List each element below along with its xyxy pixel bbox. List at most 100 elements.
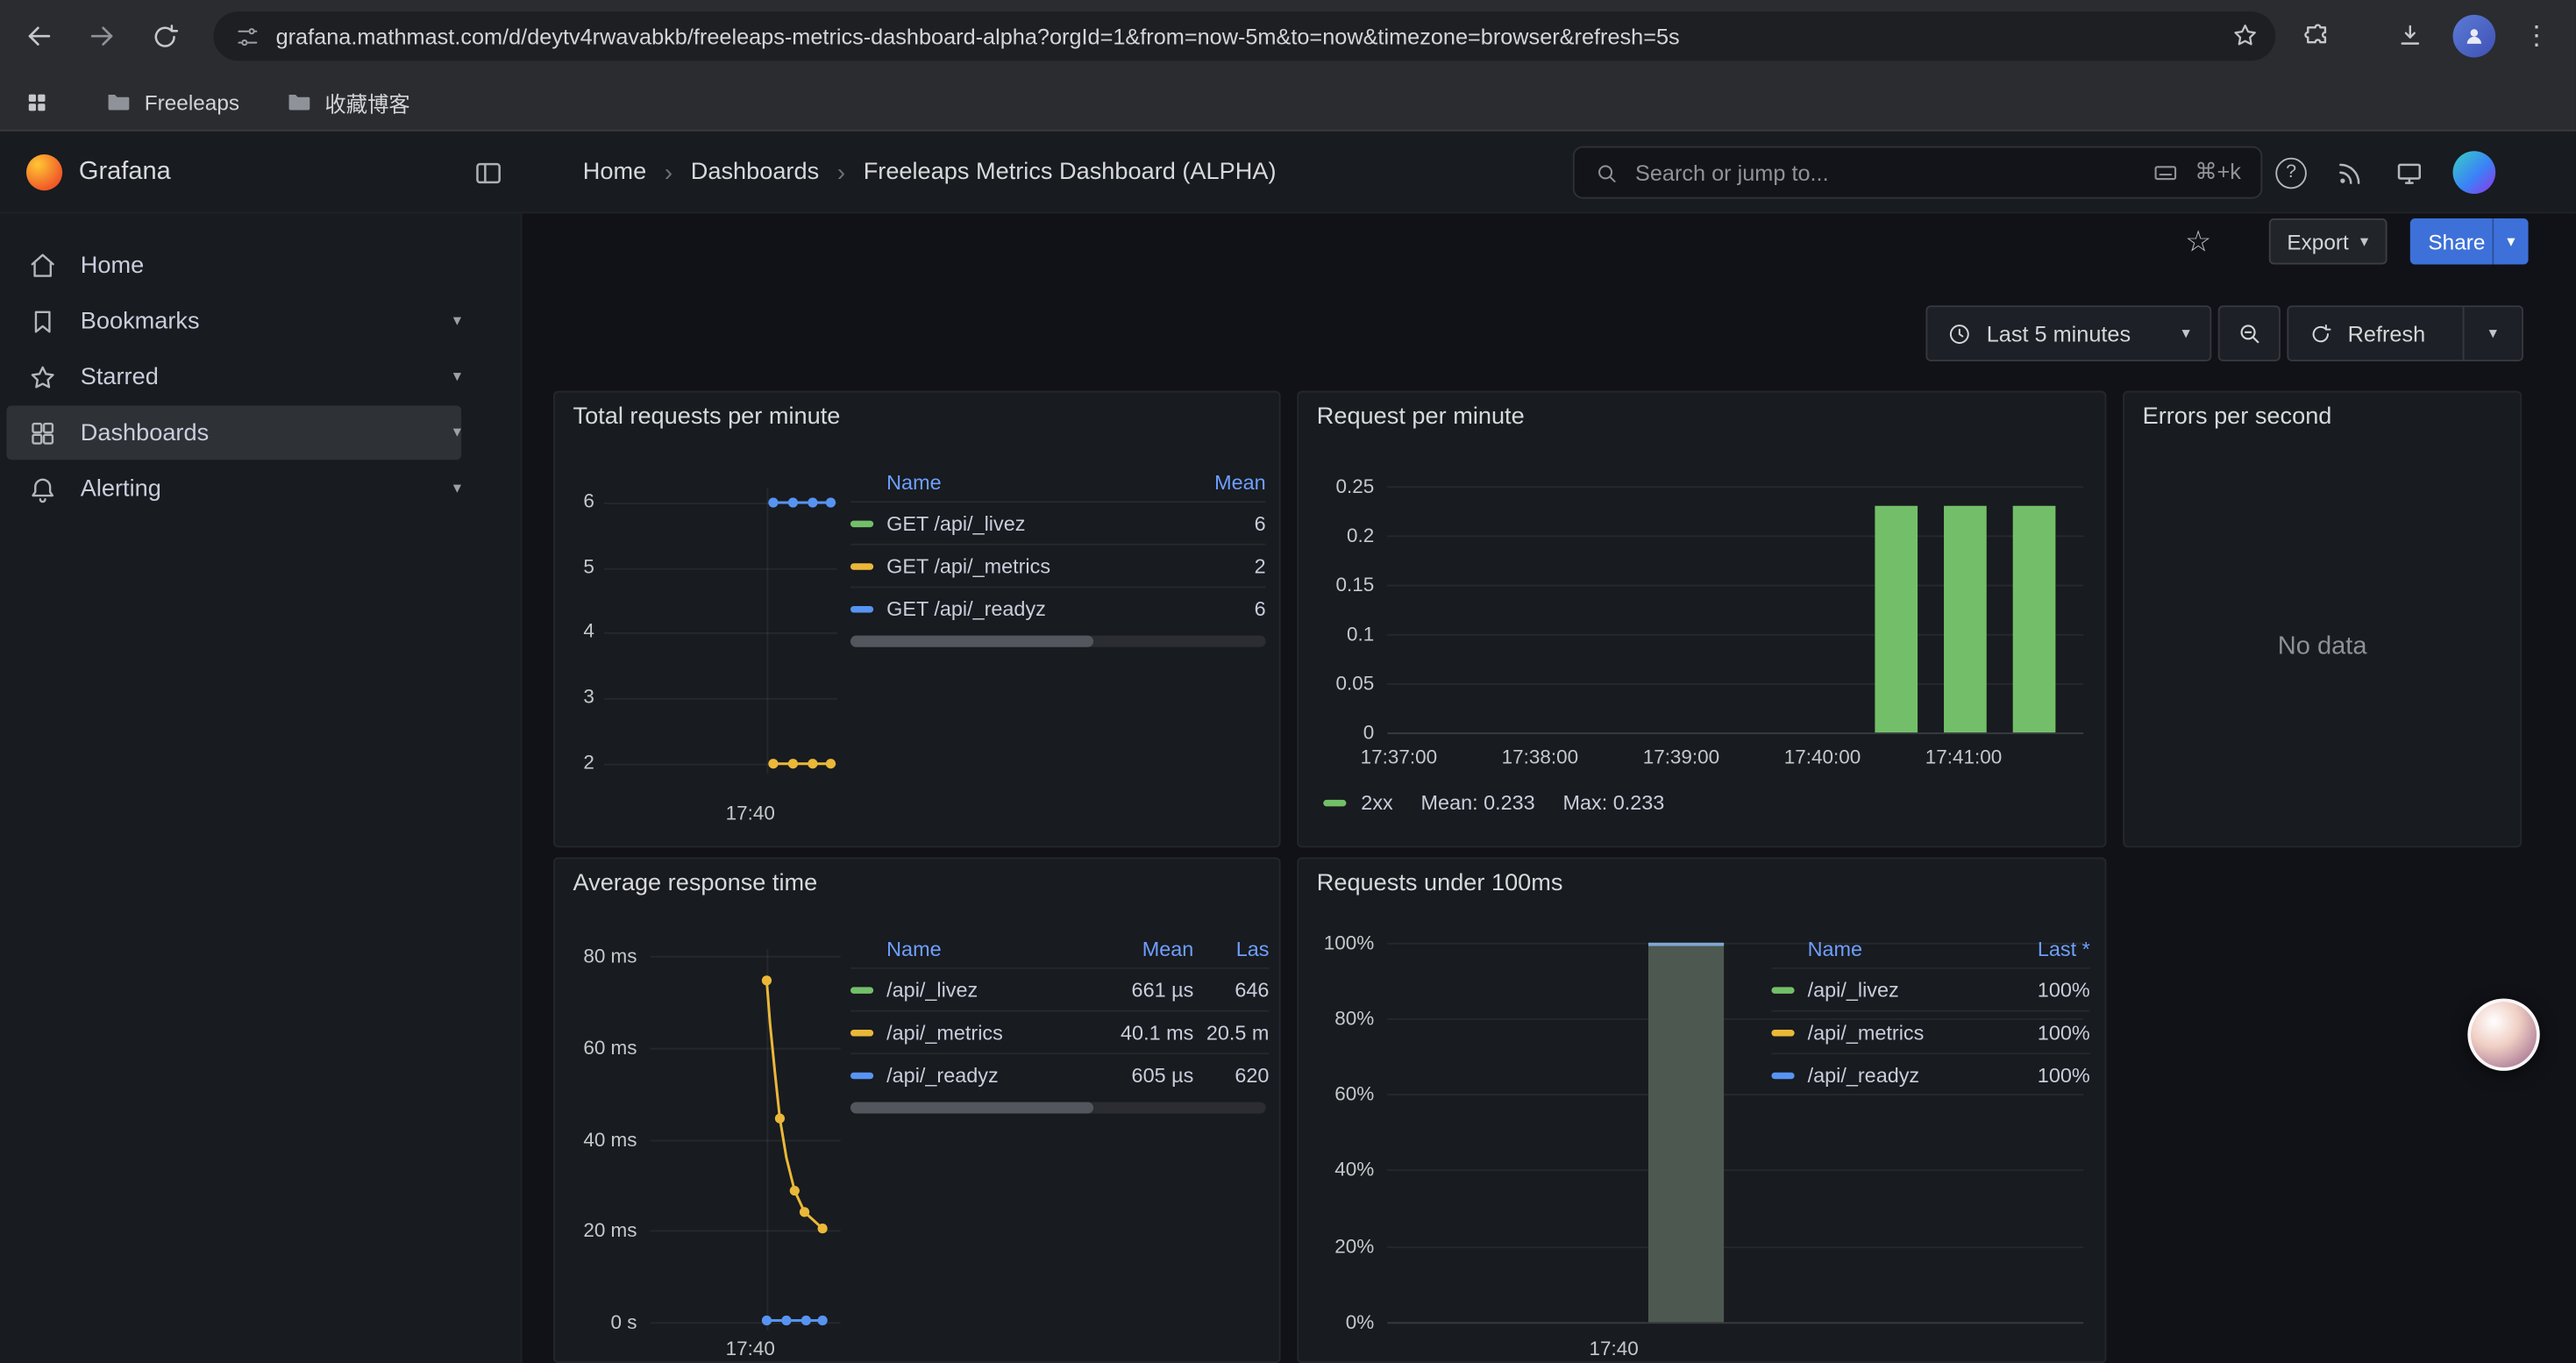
time-range-picker[interactable]: Last 5 minutes ▾ <box>1925 305 2211 361</box>
sidebar-item-label: Starred <box>81 364 159 390</box>
bookmark-folder[interactable]: 收藏博客 <box>285 86 409 118</box>
grafana-logo[interactable] <box>26 154 62 190</box>
folder-icon <box>105 89 132 115</box>
bookmark-folder[interactable]: Freeleaps <box>105 89 239 115</box>
news-button[interactable] <box>2335 157 2366 189</box>
sidebar-item-label: Bookmarks <box>81 308 200 334</box>
download-icon <box>2395 21 2425 51</box>
series-mean: 605 µs <box>1092 1063 1193 1086</box>
sidebar-collapse-button[interactable] <box>466 151 509 194</box>
legend-header-mean[interactable]: Mean <box>1092 938 1193 960</box>
sidebar-item-label: Home <box>81 252 144 278</box>
panel-title[interactable]: Request per minute <box>1317 404 1525 431</box>
series-last: 20.5 m <box>1193 1021 1269 1044</box>
legend-row[interactable]: /api/_livez 661 µs 646 <box>850 967 1269 1010</box>
legend-header: Name Last * <box>1771 931 2089 967</box>
chevron-down-icon: ▾ <box>453 368 461 386</box>
series-name: GET /api/_readyz <box>886 597 1174 620</box>
legend-row[interactable]: /api/_readyz 605 µs 620 <box>850 1053 1269 1095</box>
breadcrumb-dashboards[interactable]: Dashboards <box>691 160 819 186</box>
help-button[interactable]: ? <box>2275 157 2307 189</box>
legend-header-name[interactable]: Name <box>886 471 1174 494</box>
search-input[interactable]: Search or jump to... ⌘+k <box>1573 146 2262 199</box>
sidebar-item-alerting[interactable]: Alerting ▾ <box>6 461 461 516</box>
series-color-swatch <box>850 520 873 526</box>
folder-icon <box>285 89 311 115</box>
panel-title[interactable]: Requests under 100ms <box>1317 870 1563 896</box>
legend-row[interactable]: GET /api/_metrics 2 <box>850 544 1266 587</box>
chevron-down-icon: ▾ <box>2507 232 2515 251</box>
panel-avg-response-time: Average response time 80 ms 60 ms 40 ms … <box>553 857 1281 1363</box>
refresh-icon <box>2309 321 2333 346</box>
legend-header-last[interactable]: Las <box>1193 938 1269 960</box>
series-name: /api/_readyz <box>886 1063 1092 1086</box>
user-avatar[interactable] <box>2453 151 2496 194</box>
kebab-menu-icon: ⋮ <box>2523 19 2550 52</box>
brand-text: Grafana <box>79 158 171 188</box>
zoom-out-time-button[interactable] <box>2218 305 2281 361</box>
share-button[interactable]: Share <box>2410 218 2503 264</box>
legend-row[interactable]: GET /api/_readyz 6 <box>850 586 1266 629</box>
browser-profile-avatar[interactable] <box>2453 15 2496 58</box>
site-settings-icon[interactable] <box>235 24 260 48</box>
legend-row[interactable]: /api/_readyz 100% <box>1771 1053 2089 1095</box>
floating-assistant-avatar[interactable] <box>2467 998 2539 1070</box>
series-name: /api/_metrics <box>1808 1021 2005 1044</box>
reload-button[interactable] <box>138 10 190 62</box>
breadcrumb-home[interactable]: Home <box>583 160 646 186</box>
url-bar[interactable]: grafana.mathmast.com/d/deytv4rwavabkb/fr… <box>213 11 2275 61</box>
legend-row[interactable]: /api/_livez 100% <box>1771 967 2089 1010</box>
bar-2xx <box>1875 506 1918 732</box>
series-last: 100% <box>2004 1021 2089 1044</box>
share-dropdown-button[interactable]: ▾ <box>2492 218 2528 264</box>
kiosk-mode-button[interactable] <box>2394 157 2425 189</box>
series-max: Max: 0.233 <box>1563 792 1665 815</box>
legend-header-last[interactable]: Last * <box>2004 938 2089 960</box>
refresh-interval-dropdown[interactable]: ▾ <box>2463 305 2523 361</box>
legend-inline: 2xx Mean: 0.233 Max: 0.233 <box>1323 792 1664 815</box>
panel-total-requests: Total requests per minute 6 5 4 3 2 17:4… <box>553 391 1281 848</box>
clock-icon <box>1947 321 1972 346</box>
forward-button[interactable] <box>75 10 128 62</box>
series-mean: 6 <box>1174 597 1266 620</box>
sidebar-item-starred[interactable]: Starred ▾ <box>6 350 461 404</box>
downloads-button[interactable] <box>2384 10 2437 62</box>
chevron-down-icon: ▾ <box>453 312 461 331</box>
export-button[interactable]: Export ▾ <box>2269 218 2387 264</box>
legend-scrollbar-thumb[interactable] <box>850 636 1093 647</box>
series-color-swatch <box>850 1072 873 1078</box>
extensions-button[interactable] <box>2290 10 2343 62</box>
bar-under-100ms <box>1648 943 1724 1323</box>
legend-row[interactable]: /api/_metrics 40.1 ms 20.5 m <box>850 1010 1269 1053</box>
panel-title[interactable]: Errors per second <box>2143 404 2332 431</box>
legend-row[interactable]: GET /api/_livez 6 <box>850 501 1266 544</box>
bar-2xx <box>1944 506 1987 732</box>
series-color-swatch <box>1323 800 1346 806</box>
apps-grid-icon <box>24 89 48 114</box>
person-icon <box>2461 23 2487 49</box>
header-icon-group: ? <box>2275 132 2495 214</box>
sidebar: Home Bookmarks ▾ Starred ▾ Dashboards ▾ … <box>0 213 522 1363</box>
series-mean: 6 <box>1174 511 1266 534</box>
sidebar-item-dashboards[interactable]: Dashboards ▾ <box>6 406 461 460</box>
legend-header-name[interactable]: Name <box>886 938 1092 960</box>
legend-scrollbar-thumb[interactable] <box>850 1102 1093 1113</box>
refresh-button[interactable]: Refresh <box>2287 305 2464 361</box>
series-color-swatch <box>850 986 873 992</box>
legend-header-name[interactable]: Name <box>1808 938 2005 960</box>
series-last: 646 <box>1193 978 1269 1001</box>
sidebar-item-home[interactable]: Home <box>6 239 461 293</box>
legend-header-mean[interactable]: Mean <box>1174 471 1266 494</box>
monitor-icon <box>2394 157 2425 189</box>
apps-grid-button[interactable] <box>13 79 59 125</box>
back-button[interactable] <box>13 10 66 62</box>
series-name: /api/_livez <box>1808 978 2005 1001</box>
sidebar-item-bookmarks[interactable]: Bookmarks ▾ <box>6 294 461 348</box>
browser-menu-button[interactable]: ⋮ <box>2510 10 2563 62</box>
arrow-right-icon <box>85 19 117 52</box>
favorite-dashboard-button[interactable]: ☆ <box>2177 220 2220 263</box>
series-name[interactable]: 2xx <box>1361 792 1392 815</box>
time-range-label: Last 5 minutes <box>1987 321 2167 346</box>
bookmark-star-icon[interactable] <box>2231 21 2259 49</box>
legend-row[interactable]: /api/_metrics 100% <box>1771 1010 2089 1053</box>
